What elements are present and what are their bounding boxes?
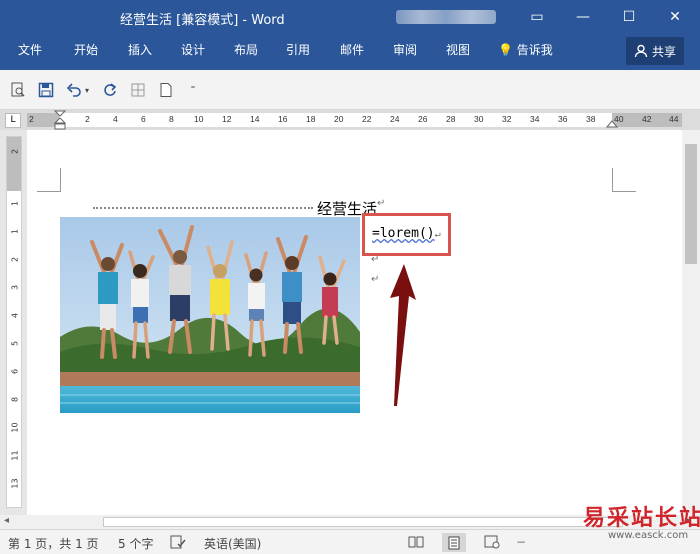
language-indicator[interactable]: 英语(美国) [204, 535, 261, 552]
tab-layout[interactable]: 布局 [234, 41, 258, 58]
ruler-number: 26 [418, 114, 428, 124]
window-title: 经营生活 [兼容模式] - Word [120, 13, 285, 28]
undo-dropdown-icon[interactable]: ▾ [82, 80, 92, 100]
vruler-number: 3 [10, 284, 20, 291]
ruler-number: 22 [362, 114, 372, 124]
lightbulb-icon: 💡 [498, 43, 513, 57]
maximize-button[interactable]: ☐ [606, 0, 652, 34]
vruler-number: 11 [10, 450, 20, 461]
tab-mailings[interactable]: 邮件 [340, 41, 364, 58]
ruler-number: 24 [390, 114, 400, 124]
ruler-number: 10 [194, 114, 204, 124]
word-count[interactable]: 5 个字 [118, 535, 153, 552]
ruler-number: 2 [29, 114, 34, 124]
vruler-number: 5 [10, 340, 20, 347]
share-label: 共享 [651, 44, 676, 59]
read-mode-icon[interactable] [408, 535, 424, 552]
paragraph-mark: ↵ [371, 254, 380, 265]
customize-toolbar-icon[interactable]: ⁼ [186, 80, 200, 100]
ruler-track[interactable] [27, 113, 682, 127]
document-page[interactable]: 经营生活 ↵ =lorem()↵ ↵ ↵ [27, 130, 682, 515]
lorem-formula[interactable]: =lorem()↵ [372, 226, 441, 241]
quick-access-toolbar: ▾ ⁼ [0, 70, 700, 110]
tab-home[interactable]: 开始 [74, 41, 98, 58]
vruler-number: 10 [10, 422, 20, 433]
ruler-number: 34 [530, 114, 540, 124]
vertical-ruler[interactable]: 2 1 1 2 3 4 5 6 8 10 11 13 [6, 136, 22, 508]
ruler-number: 40 [614, 114, 624, 124]
horizontal-scroll-thumb[interactable] [103, 517, 623, 527]
paragraph-mark: ↵ [377, 198, 386, 209]
ruler-number: 18 [306, 114, 316, 124]
vruler-number: 8 [10, 396, 20, 403]
tab-view[interactable]: 视图 [446, 41, 470, 58]
tell-me-label: 告诉我 [516, 43, 553, 57]
vruler-number: 2 [10, 256, 20, 263]
vruler-number: 1 [10, 200, 20, 207]
ruler-number: 38 [586, 114, 596, 124]
new-document-icon[interactable] [156, 80, 176, 100]
web-layout-icon[interactable] [484, 535, 500, 552]
save-icon[interactable] [36, 80, 56, 100]
indent-marker-icon[interactable] [54, 110, 66, 130]
print-preview-icon[interactable] [8, 80, 28, 100]
vertical-scroll-thumb[interactable] [685, 144, 697, 264]
tab-references[interactable]: 引用 [286, 41, 310, 58]
redo-icon[interactable] [100, 80, 120, 100]
status-bar: 第 1 页，共 1 页 5 个字 英语(美国) − [0, 529, 700, 554]
proofing-icon[interactable] [170, 535, 186, 552]
close-button[interactable]: ✕ [652, 0, 698, 34]
tab-design[interactable]: 设计 [181, 41, 205, 58]
vertical-scrollbar[interactable] [682, 130, 700, 515]
zoom-out-icon[interactable]: − [516, 535, 526, 549]
tab-selector[interactable]: L [5, 113, 21, 128]
ruler-number: 28 [446, 114, 456, 124]
ruler-number: 44 [669, 114, 679, 124]
share-button[interactable]: 共享 [626, 37, 684, 65]
vruler-number: 4 [10, 312, 20, 319]
tab-review[interactable]: 审阅 [393, 41, 417, 58]
person-icon [634, 44, 648, 58]
ruler-number: 4 [113, 114, 118, 124]
print-layout-icon[interactable] [442, 533, 466, 552]
pointer-arrow-icon [390, 264, 416, 406]
ruler-number: 32 [502, 114, 512, 124]
margin-corner-top-right [612, 168, 636, 192]
tab-file[interactable]: 文件 [18, 41, 42, 58]
ruler-number: 42 [642, 114, 652, 124]
group-jump-photo[interactable] [60, 217, 360, 413]
ruler-number: 30 [474, 114, 484, 124]
ruler-number: 14 [250, 114, 260, 124]
site-watermark-url: www.easck.com [608, 530, 689, 541]
page-count[interactable]: 第 1 页，共 1 页 [8, 535, 99, 552]
tell-me-box[interactable]: 💡 告诉我 [498, 41, 553, 58]
title-bar: 经营生活 [兼容模式] - Word ▭ — ☐ ✕ [0, 0, 700, 34]
ribbon-tabs: 文件 开始 插入 设计 布局 引用 邮件 审阅 视图 💡 告诉我 共享 [0, 34, 700, 70]
vruler-number: 13 [10, 478, 20, 489]
vruler-number: 1 [10, 228, 20, 235]
paragraph-mark: ↵ [434, 229, 441, 240]
undo-icon[interactable] [64, 80, 84, 100]
table-icon[interactable] [128, 80, 148, 100]
ruler-number: 8 [169, 114, 174, 124]
ruler-number: 6 [141, 114, 146, 124]
ruler-number: 20 [334, 114, 344, 124]
minimize-button[interactable]: — [560, 0, 606, 34]
ruler-number: 12 [222, 114, 232, 124]
ruler-number: 36 [558, 114, 568, 124]
dotted-leader [93, 207, 313, 209]
site-watermark: 易采站长站 [583, 505, 700, 531]
ruler-number: 2 [85, 114, 90, 124]
tab-insert[interactable]: 插入 [128, 41, 152, 58]
vruler-number: 2 [10, 148, 20, 155]
scroll-left-icon[interactable]: ◂ [4, 515, 9, 526]
margin-corner-top-left [37, 168, 61, 192]
ruler-number: 16 [278, 114, 288, 124]
blurred-account [396, 10, 496, 24]
vruler-number: 6 [10, 368, 20, 375]
ribbon-display-options-icon[interactable]: ▭ [514, 0, 560, 34]
horizontal-ruler: L 2 2 4 6 8 10 12 14 16 18 20 22 24 26 2… [0, 110, 700, 130]
paragraph-mark: ↵ [371, 274, 380, 285]
formula-text: =lorem() [372, 226, 435, 241]
